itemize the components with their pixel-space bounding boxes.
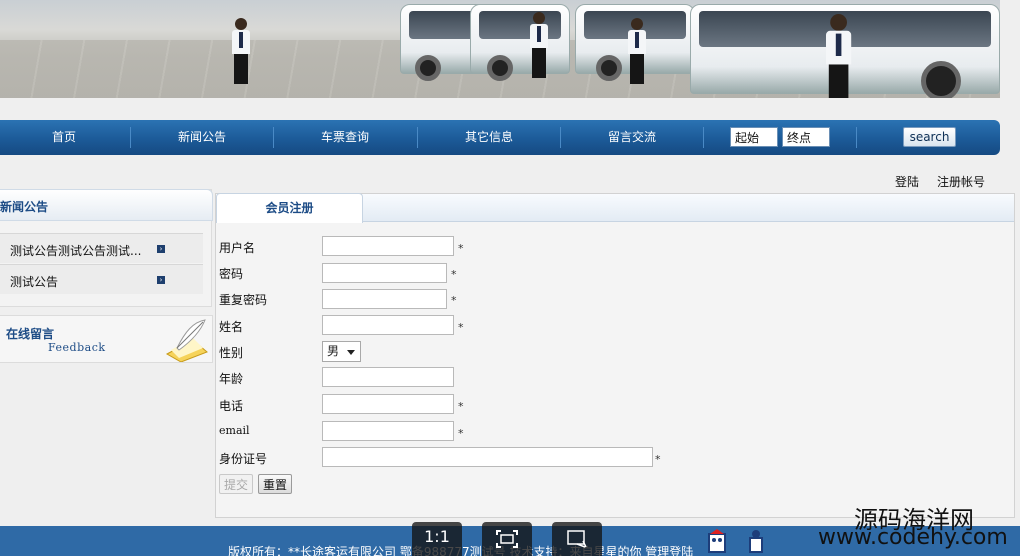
email-label: email bbox=[219, 424, 250, 437]
watermark-url: www.codehy.com bbox=[818, 525, 1008, 550]
search-button[interactable]: search bbox=[903, 127, 956, 147]
news-panel-title: 新闻公告 bbox=[0, 200, 49, 214]
dropdown-arrow-icon bbox=[347, 350, 355, 355]
required-mark: * bbox=[451, 268, 457, 281]
register-link[interactable]: 注册帐号 bbox=[937, 173, 985, 190]
mascot-icon bbox=[708, 529, 726, 553]
banner-person bbox=[628, 18, 646, 84]
login-link[interactable]: 登陆 bbox=[895, 173, 919, 190]
gender-select-value: 男 bbox=[327, 344, 340, 358]
arrow-right-icon: › bbox=[157, 245, 165, 253]
online-message-title: 在线留言 bbox=[6, 327, 55, 341]
required-mark: * bbox=[451, 294, 457, 307]
username-input[interactable] bbox=[322, 236, 454, 256]
news-item-title: 测试公告测试公告测试... bbox=[10, 244, 142, 258]
confirm-password-input[interactable] bbox=[322, 289, 447, 309]
banner-person bbox=[530, 12, 548, 78]
gender-select[interactable]: 男 bbox=[322, 341, 361, 362]
confirm-password-label: 重复密码 bbox=[219, 293, 268, 307]
phone-label: 电话 bbox=[219, 399, 244, 413]
nav-separator bbox=[130, 127, 131, 148]
banner-bus bbox=[470, 4, 570, 81]
nav-ticket-query[interactable]: 车票查询 bbox=[275, 120, 415, 155]
search-from-input[interactable] bbox=[730, 127, 778, 147]
required-mark: * bbox=[458, 321, 464, 334]
nav-home[interactable]: 首页 bbox=[0, 120, 128, 155]
nav-separator bbox=[560, 127, 561, 148]
gender-label: 性别 bbox=[219, 346, 244, 360]
arrow-right-icon: › bbox=[157, 276, 165, 284]
required-mark: * bbox=[458, 427, 464, 440]
nav-news[interactable]: 新闻公告 bbox=[132, 120, 272, 155]
phone-input[interactable] bbox=[322, 394, 454, 414]
username-label: 用户名 bbox=[219, 241, 256, 255]
open-external-button[interactable] bbox=[552, 522, 602, 556]
news-item[interactable]: 测试公告测试公告测试... › bbox=[0, 233, 203, 263]
online-message-subtitle: Feedback bbox=[48, 341, 106, 354]
ratio-label: 1:1 bbox=[424, 527, 450, 546]
required-mark: * bbox=[655, 453, 661, 466]
name-input[interactable] bbox=[322, 315, 454, 335]
required-mark: * bbox=[458, 400, 464, 413]
banner-person bbox=[232, 18, 250, 84]
search-to-input[interactable] bbox=[782, 127, 830, 147]
banner-person bbox=[826, 14, 852, 98]
open-external-icon bbox=[567, 530, 587, 548]
password-input[interactable] bbox=[322, 263, 447, 283]
quill-paper-icon bbox=[165, 319, 208, 362]
header-banner bbox=[0, 0, 1000, 98]
name-label: 姓名 bbox=[219, 320, 244, 334]
age-input[interactable] bbox=[322, 367, 454, 387]
required-mark: * bbox=[458, 242, 464, 255]
fit-screen-icon bbox=[496, 530, 518, 548]
age-label: 年龄 bbox=[219, 372, 244, 386]
tab-member-register[interactable]: 会员注册 bbox=[216, 193, 363, 223]
mascot-icon bbox=[749, 530, 763, 553]
id-number-input[interactable] bbox=[322, 447, 653, 467]
news-item-title: 测试公告 bbox=[10, 275, 59, 289]
email-input[interactable] bbox=[322, 421, 454, 441]
zoom-actual-size-button[interactable]: 1:1 bbox=[412, 522, 462, 556]
nav-separator bbox=[273, 127, 274, 148]
nav-other-info[interactable]: 其它信息 bbox=[419, 120, 559, 155]
nav-separator bbox=[703, 127, 704, 148]
submit-button[interactable]: 提交 bbox=[219, 474, 253, 494]
nav-separator bbox=[417, 127, 418, 148]
nav-message[interactable]: 留言交流 bbox=[562, 120, 702, 155]
nav-separator bbox=[856, 127, 857, 148]
id-number-label: 身份证号 bbox=[219, 452, 268, 466]
news-item[interactable]: 测试公告 › bbox=[0, 264, 203, 294]
reset-button[interactable]: 重置 bbox=[258, 474, 292, 494]
password-label: 密码 bbox=[219, 267, 244, 281]
fit-screen-button[interactable] bbox=[482, 522, 532, 556]
